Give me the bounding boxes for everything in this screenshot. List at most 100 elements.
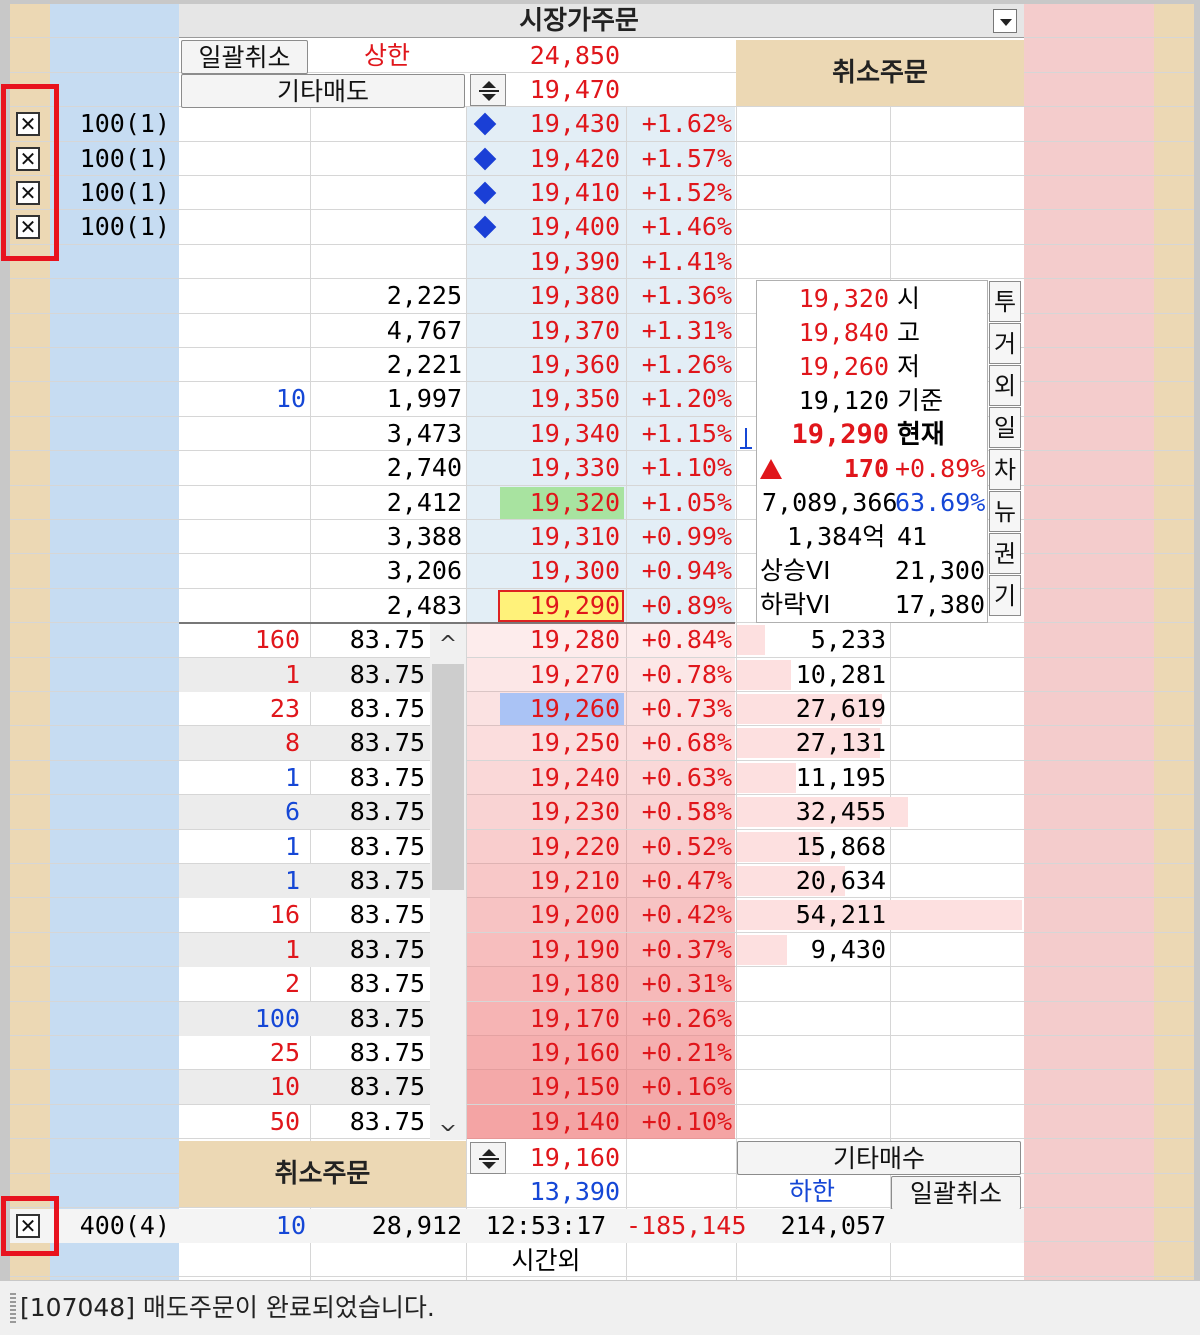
side-tab[interactable]: 뉴 (989, 491, 1021, 532)
bid-price[interactable]: 19,280 (470, 623, 620, 657)
up-triangle-icon (760, 459, 782, 479)
tick-qty: 100 (254, 1004, 300, 1033)
bid-price[interactable]: 19,140 (470, 1105, 620, 1139)
ask-qty: 2,221 (386, 350, 462, 379)
cancel-sell-orders-header[interactable]: 취소주문 (736, 40, 1024, 106)
buy-target-price: 19,160 (529, 1143, 620, 1172)
bid-price[interactable]: 19,150 (470, 1070, 620, 1104)
net-diff: -185,145 (626, 1211, 747, 1240)
ask-qty: 3,473 (386, 419, 462, 448)
order-type-dropdown[interactable] (993, 9, 1017, 33)
bid-qty: 15,868 (795, 832, 886, 861)
tick-price: 83.75 (349, 866, 425, 895)
side-tab[interactable]: 차 (989, 449, 1021, 490)
cancel-all-buy-button[interactable]: 일괄취소 (891, 1176, 1021, 1210)
bid-price[interactable]: 19,160 (470, 1036, 620, 1070)
tick-price: 83.75 (349, 694, 425, 723)
low-price: 19,260 (798, 352, 889, 381)
ask-qty: 2,225 (386, 281, 462, 310)
sell-order-price[interactable]: 19,410 (470, 176, 620, 210)
change-amount: 170 (843, 454, 889, 483)
bid-rate: +0.31% (641, 969, 732, 998)
page-title: 시장가주문 (519, 6, 639, 36)
volume: 7,089,366 (762, 488, 898, 517)
bid-rate: +0.73% (641, 694, 732, 723)
ask-qty: 2,412 (386, 488, 462, 517)
ask-price[interactable]: 19,330 (470, 451, 620, 485)
bid-price[interactable]: 19,170 (470, 1002, 620, 1036)
status-bar: [107048] 매도주문이 완료되었습니다. (0, 1280, 1200, 1335)
vi-down-label: 하락VI (760, 590, 831, 619)
bid-price[interactable]: 19,250 (470, 726, 620, 760)
current-time: 12:53:17 (485, 1211, 607, 1240)
sell-order-price[interactable]: 19,400 (470, 210, 620, 244)
ask-rate: +1.36% (641, 281, 732, 310)
tick-qty: 1 (284, 763, 300, 792)
ask-price[interactable]: 19,340 (470, 417, 620, 451)
ask-price[interactable]: 19,360 (470, 348, 620, 382)
right-cancel-column (1154, 4, 1194, 1280)
low-label: 저 (897, 352, 921, 381)
scroll-down-icon[interactable]: ^ (430, 1104, 466, 1138)
ask-price[interactable]: 19,290 (470, 589, 620, 623)
ask-rate: +1.31% (641, 316, 732, 345)
ask-price[interactable]: 19,380 (470, 279, 620, 313)
side-tab[interactable]: 일 (989, 407, 1021, 448)
lower-limit-price: 13,390 (529, 1177, 620, 1206)
bid-price[interactable]: 19,220 (470, 830, 620, 864)
tick-qty: 2 (284, 969, 300, 998)
ask-rate: +0.89% (641, 591, 732, 620)
ask-price[interactable]: 19,310 (470, 520, 620, 554)
sell-order-rate: +1.57% (641, 144, 732, 173)
sell-order-qty: 100(1) (79, 144, 170, 173)
highlight-frame (1, 84, 59, 261)
sell-order-price[interactable]: 19,420 (470, 142, 620, 176)
ask-rate: +1.26% (641, 350, 732, 379)
scroll-thumb[interactable] (432, 664, 464, 890)
tick-price: 83.75 (349, 935, 425, 964)
side-tab[interactable]: 투 (989, 281, 1021, 322)
bid-price[interactable]: 19,190 (470, 933, 620, 967)
bid-qty: 27,131 (795, 728, 886, 757)
other-sell-button[interactable]: 기타매도 (181, 74, 465, 108)
ask-price[interactable]: 19,320 (470, 486, 620, 520)
upper-limit-label: 상한 (363, 41, 410, 70)
bid-rate: +0.52% (641, 832, 732, 861)
side-tab[interactable]: 거 (989, 323, 1021, 364)
ask-price[interactable]: 19,390 (470, 245, 620, 279)
bid-qty: 10,281 (795, 660, 886, 689)
header-bar: 시장가주문 (179, 4, 1024, 38)
tick-price: 83.75 (349, 660, 425, 689)
tick-qty: 8 (284, 728, 300, 757)
bid-price[interactable]: 19,240 (470, 761, 620, 795)
chevron-down-icon (1000, 19, 1012, 26)
side-tab[interactable]: 외 (989, 365, 1021, 406)
bid-price[interactable]: 19,200 (470, 898, 620, 932)
ask-price[interactable]: 19,370 (470, 314, 620, 348)
ask-price[interactable]: 19,350 (470, 382, 620, 416)
quote-info-panel: 19,320 시 19,840 고 19,260 저 19,120 기준 19,… (756, 280, 988, 623)
high-price: 19,840 (798, 318, 889, 347)
bid-price[interactable]: 19,180 (470, 967, 620, 1001)
sell-order-price[interactable]: 19,430 (470, 107, 620, 141)
other-buy-button[interactable]: 기타매수 (737, 1141, 1021, 1175)
bid-price[interactable]: 19,210 (470, 864, 620, 898)
ask-my-qty: 10 (275, 384, 306, 413)
ask-price[interactable]: 19,300 (470, 554, 620, 588)
scroll-up-icon[interactable]: ^ (430, 628, 466, 662)
bid-rate: +0.58% (641, 797, 732, 826)
total-sell-orders: 400(4) (79, 1211, 170, 1240)
trade-amount: 1,384억 (787, 522, 886, 551)
bid-scrollbar[interactable]: ^ ^ (430, 624, 466, 1140)
side-tab[interactable]: 권 (989, 533, 1021, 574)
current-marker-icon (740, 428, 752, 450)
cancel-all-sell-button[interactable]: 일괄취소 (181, 40, 308, 74)
bid-qty: 5,233 (810, 625, 886, 654)
side-tab[interactable]: 기 (989, 575, 1021, 616)
bid-price[interactable]: 19,270 (470, 658, 620, 692)
bid-price[interactable]: 19,260 (470, 692, 620, 726)
cancel-buy-orders-footer[interactable]: 취소주문 (179, 1141, 466, 1207)
bid-price[interactable]: 19,230 (470, 795, 620, 829)
base-price: 19,120 (798, 386, 889, 415)
bid-rate: +0.37% (641, 935, 732, 964)
